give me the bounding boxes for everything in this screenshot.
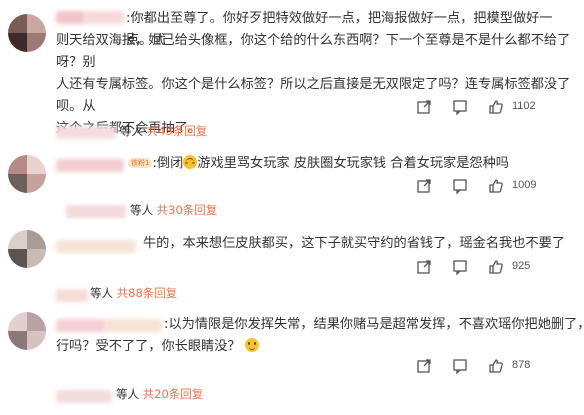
username-redacted[interactable] — [56, 319, 106, 332]
emoji-icon — [183, 155, 198, 169]
like-count: 1009 — [512, 179, 537, 191]
comment-actions: 1102 — [416, 99, 566, 115]
comment-text: 行吗？受不了了，你长眼睛没？ — [56, 336, 456, 358]
comment-item: 牛的，本来想仨皮肤都买，这下子就买守约的省钱了，瑶金名我也不要了 925 等人 … — [0, 228, 584, 308]
like-icon[interactable] — [488, 99, 504, 115]
replies-more-link[interactable]: 共88条回复 — [117, 286, 178, 300]
share-icon[interactable] — [416, 178, 432, 194]
comment-actions: 1009 — [416, 178, 566, 194]
like-count: 878 — [512, 359, 531, 371]
comment-item: :以为情限是你发挥失常，结果你赌马是超常发挥，不喜欢瑶你把她删了， 行吗？受不了… — [0, 308, 584, 415]
comment-icon[interactable] — [452, 99, 468, 115]
replies-summary[interactable]: 等人 共20条回复 — [116, 386, 203, 402]
like-icon[interactable] — [488, 358, 504, 374]
comment-actions: 878 — [416, 358, 566, 374]
replies-summary[interactable]: 等人 共43条回复 — [120, 123, 207, 139]
username-redacted — [66, 205, 126, 218]
username-redacted[interactable] — [84, 11, 124, 24]
comment-icon[interactable] — [452, 358, 468, 374]
avatar[interactable] — [8, 14, 46, 52]
replies-summary[interactable]: 等人 共88条回复 — [90, 285, 177, 301]
comment-actions: 925 — [416, 259, 566, 275]
like-icon[interactable] — [488, 178, 504, 194]
like-count: 1102 — [512, 100, 536, 112]
comment-icon[interactable] — [452, 259, 468, 275]
username-redacted — [56, 126, 116, 139]
username-redacted[interactable] — [104, 319, 162, 332]
avatar[interactable] — [8, 312, 46, 350]
replies-summary[interactable]: 等人 共30条回复 — [130, 202, 217, 218]
share-icon[interactable] — [416, 358, 432, 374]
share-icon[interactable] — [416, 259, 432, 275]
replies-more-link[interactable]: 共30条回复 — [157, 203, 218, 217]
fan-badge: 铁粉1 — [128, 158, 153, 168]
comment-item: 铁粉1:倒闭 游戏里骂女玩家 皮肤圈女玩家钱 合着女玩家是怨种吗 1009 等人 … — [0, 150, 584, 225]
replies-more-link[interactable]: 共20条回复 — [143, 387, 204, 401]
username-redacted[interactable] — [56, 11, 86, 24]
replies-more-link[interactable]: 共43条回复 — [147, 124, 208, 138]
like-icon[interactable] — [488, 259, 504, 275]
comment-text: 铁粉1:倒闭 游戏里骂女玩家 皮肤圈女玩家钱 合着女玩家是怨种吗 — [126, 153, 566, 175]
like-count: 925 — [512, 260, 531, 272]
username-redacted — [56, 390, 112, 403]
comment-icon[interactable] — [452, 178, 468, 194]
emoji-icon — [244, 338, 259, 352]
username-redacted[interactable] — [56, 159, 124, 172]
username-redacted[interactable] — [56, 240, 136, 253]
comment-text: 牛的，本来想仨皮肤都买，这下子就买守约的省钱了，瑶金名我也不要了 — [143, 236, 565, 251]
comment-text: :以为情限是你发挥失常，结果你赌马是超常发挥，不喜欢瑶你把她删了， — [164, 317, 584, 332]
avatar[interactable] — [8, 230, 46, 268]
avatar[interactable] — [8, 155, 46, 193]
share-icon[interactable] — [416, 99, 432, 115]
username-redacted — [56, 289, 88, 302]
comment-item: :你都出至尊了。你好歹把特效做好一点，把海报做好一点，把模型做好一点。武 则天给… — [0, 0, 584, 150]
